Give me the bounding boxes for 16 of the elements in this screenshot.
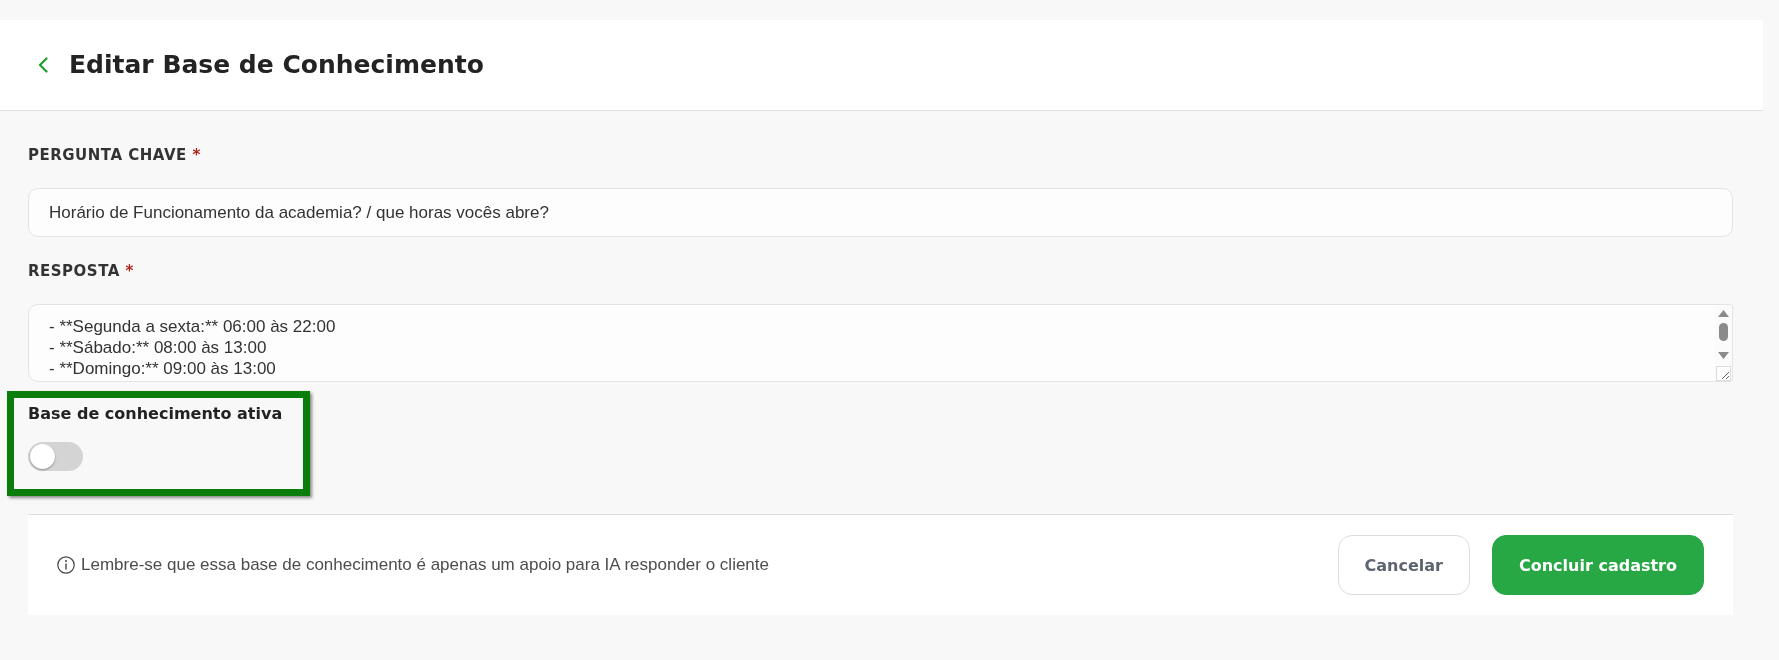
page-title: Editar Base de Conhecimento [69, 49, 484, 81]
field-label: PERGUNTA CHAVE * [28, 145, 201, 165]
back-button[interactable] [38, 57, 48, 73]
textarea-field[interactable]: - **Segunda a sexta:** 06:00 às 22:00 - **Sábado:** 08:00 às 13:00 - **Domingo:** 09:00 às 13:00 [28, 304, 1733, 382]
chevron-left-icon [38, 57, 48, 73]
field-label: RESPOSTA * [28, 261, 134, 281]
toggle-switch[interactable] [28, 442, 83, 471]
resize-grip-icon[interactable] [1716, 366, 1731, 381]
input-field[interactable]: Horário de Funcionamento da academia? / que horas vocês abre? [28, 188, 1733, 237]
scrollbar-thumb[interactable] [1719, 323, 1728, 341]
footer-note: Lembre-se que essa base de conhecimento é apenas um apoio para IA responder o cliente [81, 554, 769, 576]
toggle-label: Base de conhecimento ativa [28, 404, 283, 424]
scroll-down-arrow-icon[interactable] [1718, 352, 1729, 359]
scroll-up-arrow-icon[interactable] [1718, 310, 1729, 317]
cancel-button[interactable]: Cancelar [1337, 535, 1470, 595]
info-icon [57, 556, 75, 574]
